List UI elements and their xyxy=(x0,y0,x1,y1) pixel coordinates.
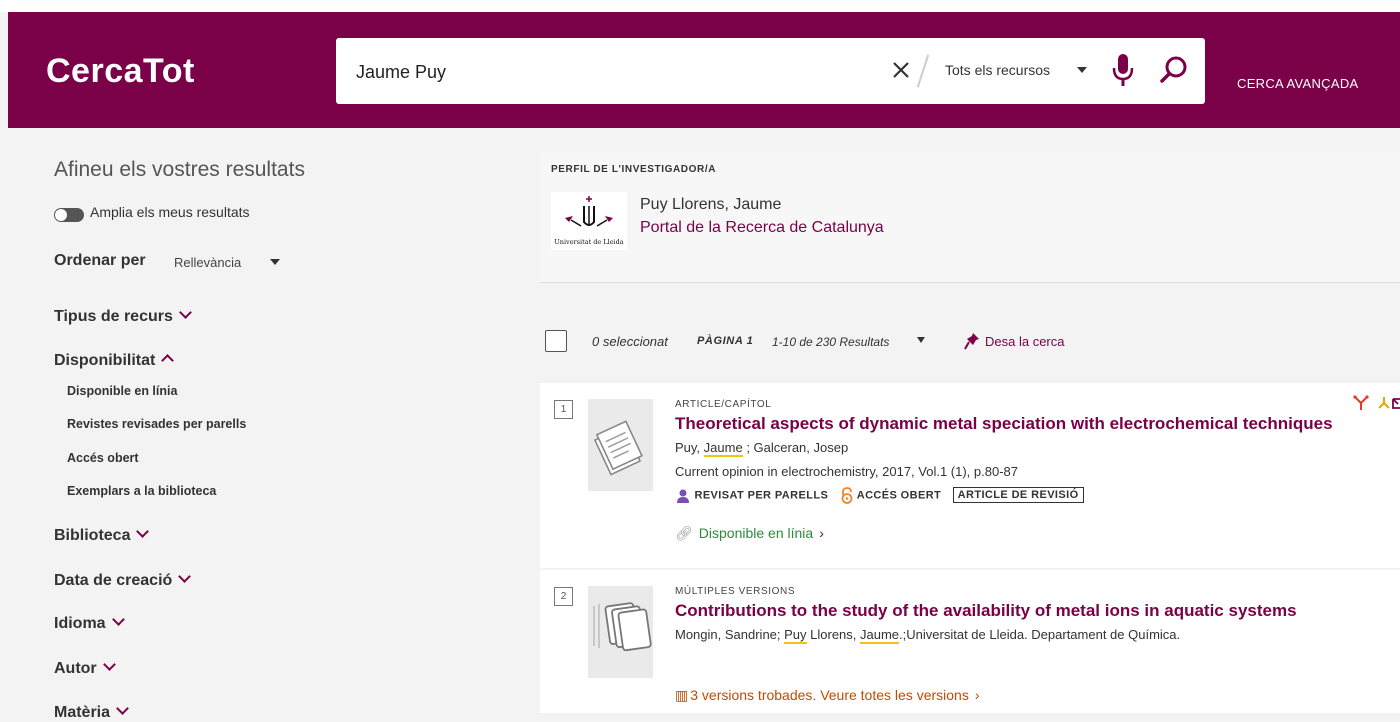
result-authors: Mongin, Sandrine; Puy Llorens, Jaume.;Un… xyxy=(675,627,1181,644)
chevron-right-icon: › xyxy=(974,687,980,703)
clear-icon[interactable] xyxy=(889,58,913,82)
chevron-down-icon[interactable] xyxy=(270,259,280,265)
result-source: Current opinion in electrochemistry, 201… xyxy=(675,464,1018,479)
svg-text:Universitat de Lleida: Universitat de Lleida xyxy=(554,238,624,246)
chevron-down-icon xyxy=(178,306,192,319)
sort-label: Ordenar per xyxy=(54,252,146,269)
versions-icon: ▥ xyxy=(675,687,689,703)
sidebar-title: Afineu els vostres resultats xyxy=(54,158,305,181)
availability-link[interactable]: 🔗︎ Disponible en línia › xyxy=(675,525,824,542)
chevron-up-icon xyxy=(161,354,175,367)
versions-link[interactable]: ▥ 3 versions trobades. Veure totes les ve… xyxy=(675,687,980,704)
selected-count: 0 seleccionat xyxy=(592,334,668,349)
facet-language[interactable]: Idioma xyxy=(54,613,125,633)
microphone-icon[interactable] xyxy=(1110,52,1136,88)
facet-resource-type[interactable]: Tipus de recurs xyxy=(54,306,192,326)
chevron-right-icon: › xyxy=(819,525,824,541)
profile-heading: PERFIL DE L'INVESTIGADOR/A xyxy=(551,164,717,175)
page-label: PÀGINA 1 xyxy=(697,335,754,347)
result-title[interactable]: Theoretical aspects of dynamic metal spe… xyxy=(675,414,1333,434)
result-number[interactable]: 2 xyxy=(554,587,573,606)
citation-trail-icon[interactable] xyxy=(1353,395,1369,411)
multiple-versions-icon xyxy=(588,586,653,678)
header-bar: CercaTot Tots els recursos CERCA AVANÇAD… xyxy=(8,12,1400,128)
article-thumbnail-icon xyxy=(588,399,653,491)
save-search-link[interactable]: Desa la cerca xyxy=(985,334,1064,349)
open-access-label: ACCÉS OBERT xyxy=(856,489,942,502)
facet-library[interactable]: Biblioteca xyxy=(54,525,150,545)
facet-subject[interactable]: Matèria xyxy=(54,702,129,722)
chevron-down-icon xyxy=(136,525,150,538)
chevron-down-icon[interactable] xyxy=(917,337,925,343)
chevron-down-icon xyxy=(111,613,125,626)
result-item[interactable]: 2 MÚLTIPLES VERSIONS Contributions to th… xyxy=(540,570,1400,713)
facet-option-library-copies[interactable]: Exemplars a la biblioteca xyxy=(67,484,216,498)
chevron-down-icon xyxy=(102,658,116,671)
divider xyxy=(916,54,930,88)
facet-option-online[interactable]: Disponible en línia xyxy=(67,384,177,398)
search-box: Tots els recursos xyxy=(336,38,1205,104)
email-icon[interactable] xyxy=(1392,395,1400,411)
facet-author[interactable]: Autor xyxy=(54,658,116,678)
result-authors: Puy, Jaume ; Galceran, Josep xyxy=(675,440,849,457)
peer-reviewed-icon xyxy=(677,489,689,503)
advanced-search-link[interactable]: CERCA AVANÇADA xyxy=(1237,76,1358,91)
result-number[interactable]: 1 xyxy=(554,400,573,419)
facet-availability[interactable]: Disponibilitat xyxy=(54,352,175,370)
profile-name: Puy Llorens, Jaume xyxy=(640,196,782,213)
sort-select[interactable]: Rellevància xyxy=(174,255,241,270)
university-logo: Universitat de Lleida xyxy=(551,192,627,250)
open-access-icon xyxy=(841,487,853,504)
result-badges: REVISAT PER PARELLS ACCÉS OBERT ARTICLE … xyxy=(675,487,1084,507)
expand-results-toggle[interactable] xyxy=(54,208,84,222)
result-type: MÚLTIPLES VERSIONS xyxy=(675,586,796,597)
select-all-checkbox[interactable] xyxy=(545,330,567,352)
expand-results-label: Amplia els meus resultats xyxy=(90,204,250,220)
result-type: ARTICLE/CAPÍTOL xyxy=(675,399,772,410)
top-strip xyxy=(0,0,1400,12)
result-item[interactable]: 1 ARTICLE/CAPÍTOL Theoretical aspects of… xyxy=(540,383,1400,568)
results-range[interactable]: 1-10 de 230 Resultats xyxy=(772,335,889,349)
sidebar: Afineu els vostres resultats Amplia els … xyxy=(0,128,540,721)
review-article-badge: ARTICLE DE REVISIÓ xyxy=(952,487,1084,504)
search-icon[interactable] xyxy=(1158,54,1190,86)
link-icon: 🔗︎ xyxy=(675,525,693,541)
chevron-down-icon xyxy=(178,570,192,583)
result-title[interactable]: Contributions to the study of the availa… xyxy=(675,601,1297,621)
cited-by-icon[interactable] xyxy=(1376,395,1392,411)
site-logo[interactable]: CercaTot xyxy=(46,52,195,91)
facet-option-peer-reviewed[interactable]: Revistes revisades per parells xyxy=(67,417,246,431)
chevron-down-icon[interactable] xyxy=(1077,67,1087,73)
profile-portal-link[interactable]: Portal de la Recerca de Catalunya xyxy=(640,219,884,237)
facet-creation-date[interactable]: Data de creació xyxy=(54,570,192,590)
facet-option-open-access[interactable]: Accés obert xyxy=(67,451,139,465)
scope-select[interactable]: Tots els recursos xyxy=(945,62,1050,78)
search-input[interactable] xyxy=(354,56,878,88)
researcher-profile: PERFIL DE L'INVESTIGADOR/A Universitat d… xyxy=(540,152,1400,283)
pin-icon[interactable] xyxy=(964,332,980,350)
peer-reviewed-label: REVISAT PER PARELLS xyxy=(694,489,829,502)
